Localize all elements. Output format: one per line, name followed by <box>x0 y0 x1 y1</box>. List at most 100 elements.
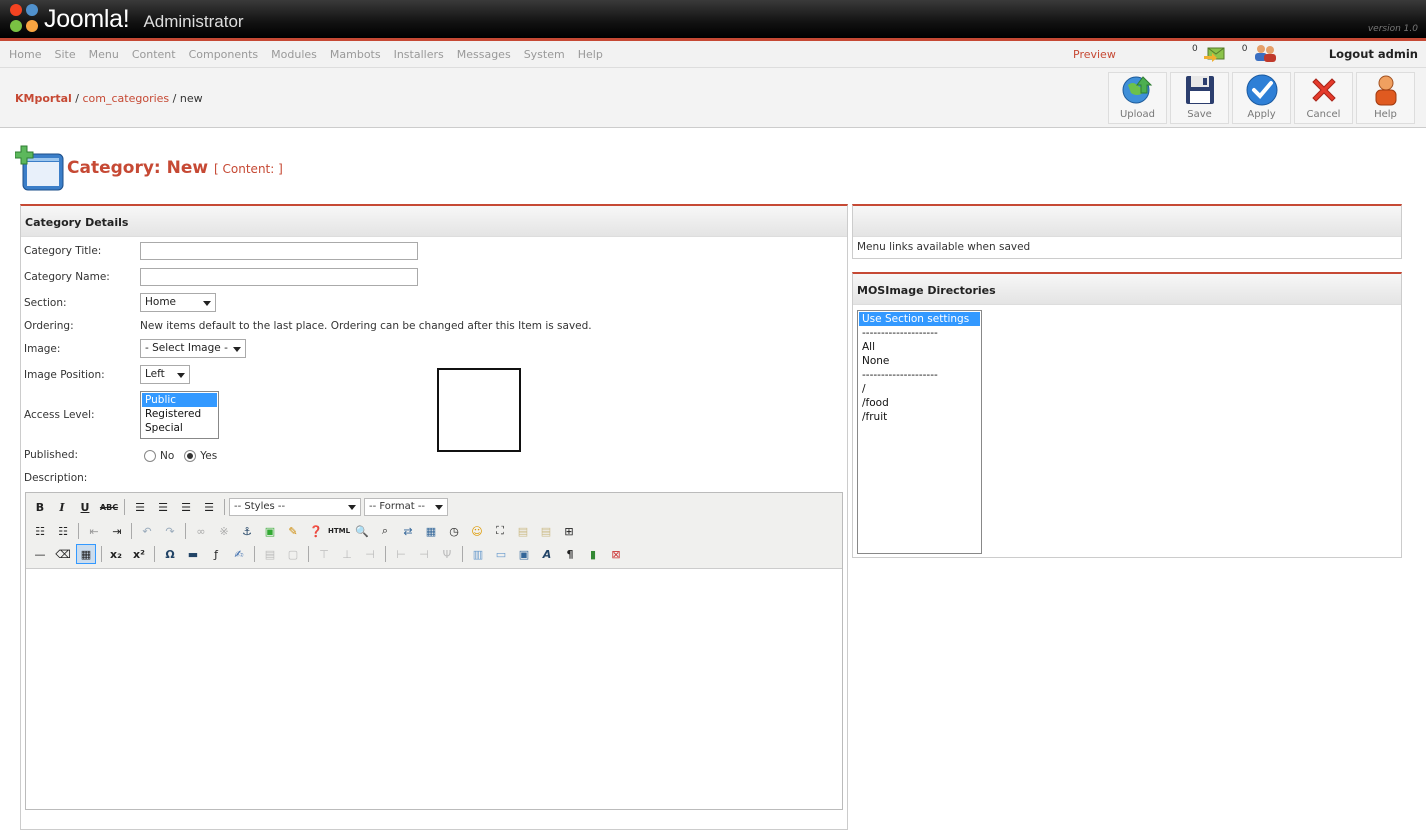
emoticon-icon[interactable]: ☺ <box>467 521 487 541</box>
messages-icon[interactable] <box>1203 44 1228 62</box>
strikethrough-icon[interactable]: ABC <box>99 497 119 517</box>
special-char-icon[interactable]: Ω <box>160 544 180 564</box>
table-row-props-icon[interactable]: ▤ <box>260 544 280 564</box>
directory-option[interactable]: None <box>859 354 980 368</box>
preview-link[interactable]: Preview <box>1073 48 1116 61</box>
paragraph-icon[interactable]: ¶ <box>560 544 580 564</box>
menu-item-help[interactable]: Help <box>578 48 603 61</box>
bold-icon[interactable]: B <box>30 497 50 517</box>
unlink-icon[interactable]: ※ <box>214 521 234 541</box>
undo-icon[interactable]: ↶ <box>137 521 157 541</box>
directory-option[interactable]: /food <box>859 396 980 410</box>
help-button[interactable]: Help <box>1356 72 1415 124</box>
menu-item-system[interactable]: System <box>524 48 565 61</box>
toolbar-area: KMportal / com_categories / new Upload S… <box>0 68 1426 128</box>
insert-layer-icon[interactable]: ⊞ <box>559 521 579 541</box>
menu-item-mambots[interactable]: Mambots <box>330 48 381 61</box>
print-icon[interactable]: ⊠ <box>606 544 626 564</box>
align-justify-icon[interactable]: ☰ <box>199 497 219 517</box>
layer-icon[interactable]: ▤ <box>513 521 533 541</box>
menu-item-messages[interactable]: Messages <box>457 48 511 61</box>
align-right-icon[interactable]: ☰ <box>176 497 196 517</box>
preview-icon[interactable]: 🔍 <box>352 521 372 541</box>
outdent-icon[interactable]: ⇤ <box>84 521 104 541</box>
remove-format-icon[interactable]: ⌫ <box>53 544 73 564</box>
bullet-list-icon[interactable]: ☷ <box>30 521 50 541</box>
editor-content-area[interactable] <box>26 569 842 809</box>
menu-item-content[interactable]: Content <box>132 48 176 61</box>
apply-button[interactable]: Apply <box>1232 72 1291 124</box>
media-icon[interactable]: ▮ <box>583 544 603 564</box>
edit-icon[interactable]: ✍ <box>229 544 249 564</box>
insert-row-before-icon[interactable]: ⊤ <box>314 544 334 564</box>
menu-item-components[interactable]: Components <box>189 48 259 61</box>
align-left-icon[interactable]: ☰ <box>130 497 150 517</box>
users-icon[interactable] <box>1253 44 1277 62</box>
image-select[interactable]: - Select Image - <box>140 339 246 358</box>
upload-button[interactable]: Upload <box>1108 72 1167 124</box>
insert-col-before-icon[interactable]: ⊢ <box>391 544 411 564</box>
search-icon[interactable]: ⌕ <box>375 521 395 541</box>
styles-select[interactable]: -- Styles -- <box>229 498 361 516</box>
breadcrumb-component[interactable]: com_categories <box>83 92 170 105</box>
insert-table-icon[interactable]: ▣ <box>514 544 534 564</box>
align-center-icon[interactable]: ☰ <box>153 497 173 517</box>
link-icon[interactable]: ∞ <box>191 521 211 541</box>
menu-item-home[interactable]: Home <box>9 48 41 61</box>
italic-icon[interactable]: I <box>52 497 72 517</box>
published-yes-radio[interactable] <box>184 450 197 462</box>
insert-image-icon[interactable]: ▣ <box>260 521 280 541</box>
split-cells-icon[interactable]: ▥ <box>468 544 488 564</box>
category-title-input[interactable] <box>140 242 418 260</box>
menu-item-menu[interactable]: Menu <box>89 48 119 61</box>
category-name-input[interactable] <box>140 268 418 286</box>
indent-icon[interactable]: ⇥ <box>107 521 127 541</box>
directory-option[interactable]: / <box>859 382 980 396</box>
insert-hr-icon[interactable]: ▬ <box>183 544 203 564</box>
section-select[interactable]: Home <box>140 293 216 312</box>
menu-item-installers[interactable]: Installers <box>394 48 444 61</box>
access-level-list[interactable]: Public Registered Special <box>140 391 219 439</box>
image-position-select[interactable]: Left <box>140 365 190 384</box>
format-select[interactable]: -- Format -- <box>364 498 448 516</box>
breadcrumb-site[interactable]: KMportal <box>15 92 72 105</box>
redo-icon[interactable]: ↷ <box>160 521 180 541</box>
mosimage-directories-list[interactable]: Use Section settings -------------------… <box>857 310 982 554</box>
access-option-registered[interactable]: Registered <box>142 407 217 421</box>
numbered-list-icon[interactable]: ☷ <box>53 521 73 541</box>
superscript-icon[interactable]: x² <box>129 544 149 564</box>
menu-item-modules[interactable]: Modules <box>271 48 317 61</box>
text-direction-icon[interactable]: A <box>537 544 557 564</box>
layer-move-icon[interactable]: ▤ <box>536 521 556 541</box>
replace-icon[interactable]: ⇄ <box>398 521 418 541</box>
table-cell-props-icon[interactable]: ▢ <box>283 544 303 564</box>
access-option-public[interactable]: Public <box>142 393 217 407</box>
directory-option[interactable]: All <box>859 340 980 354</box>
cancel-button[interactable]: Cancel <box>1294 72 1353 124</box>
save-button[interactable]: Save <box>1170 72 1229 124</box>
published-label: Published: <box>24 449 79 461</box>
directory-option[interactable]: Use Section settings <box>859 312 980 326</box>
html-source-icon[interactable]: HTML <box>328 521 350 541</box>
delete-row-icon[interactable]: ⊣ <box>360 544 380 564</box>
flash-icon[interactable]: ƒ <box>206 544 226 564</box>
directory-option[interactable]: /fruit <box>859 410 980 424</box>
help-icon[interactable]: ❓ <box>306 521 326 541</box>
insert-date-icon[interactable]: ▦ <box>421 521 441 541</box>
visual-aid-icon[interactable]: ▦ <box>76 544 96 564</box>
access-option-special[interactable]: Special <box>142 421 217 435</box>
horizontal-rule-icon[interactable]: — <box>30 544 50 564</box>
published-no-radio[interactable] <box>144 450 156 462</box>
insert-row-after-icon[interactable]: ⊥ <box>337 544 357 564</box>
fullscreen-icon[interactable]: ⛶ <box>490 521 510 541</box>
subscript-icon[interactable]: x₂ <box>106 544 126 564</box>
insert-col-after-icon[interactable]: ⊣ <box>414 544 434 564</box>
delete-col-icon[interactable]: Ψ <box>437 544 457 564</box>
merge-cells-icon[interactable]: ▭ <box>491 544 511 564</box>
anchor-icon[interactable]: ⚓ <box>237 521 257 541</box>
underline-icon[interactable]: U <box>75 497 95 517</box>
cleanup-icon[interactable]: ✎ <box>283 521 303 541</box>
insert-time-icon[interactable]: ◷ <box>444 521 464 541</box>
menu-item-site[interactable]: Site <box>54 48 75 61</box>
logout-link[interactable]: Logout admin <box>1329 47 1418 61</box>
